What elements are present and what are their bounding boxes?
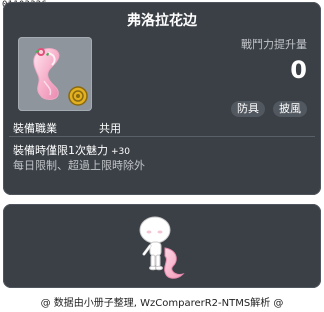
tag-armor: 防具 [231, 101, 265, 117]
tag-cape: 披風 [273, 101, 307, 117]
item-icon-frame [18, 37, 92, 111]
limit-text: 每日限制、超過上限時除外 [13, 159, 145, 172]
effect-line: 裝備時僅限1次魅力 +30 [13, 142, 130, 158]
power-label: 戰鬥力提升量 [241, 38, 307, 51]
power-value: 0 [290, 56, 307, 84]
divider [9, 136, 315, 137]
effect-bonus: +30 [111, 147, 130, 157]
avatar-preview-icon [139, 216, 185, 279]
pink-cape-icon [33, 48, 88, 106]
job-value: 共用 [99, 122, 121, 135]
effect-text: 裝備時僅限1次魅力 [13, 144, 108, 157]
job-label: 裝備職業 [13, 122, 57, 135]
item-name: 弗洛拉花边 [127, 13, 197, 29]
avatar-preview-panel [3, 204, 321, 288]
footer-credit: @ 数据由小册子整理, WzComparerR2-NTMS解析 @ [40, 298, 284, 309]
item-tooltip-panel: 弗洛拉花边 戰鬥力提升量 0 防具 披風 裝備職業 共用 裝備時僅限1次魅力 +… [3, 2, 321, 195]
